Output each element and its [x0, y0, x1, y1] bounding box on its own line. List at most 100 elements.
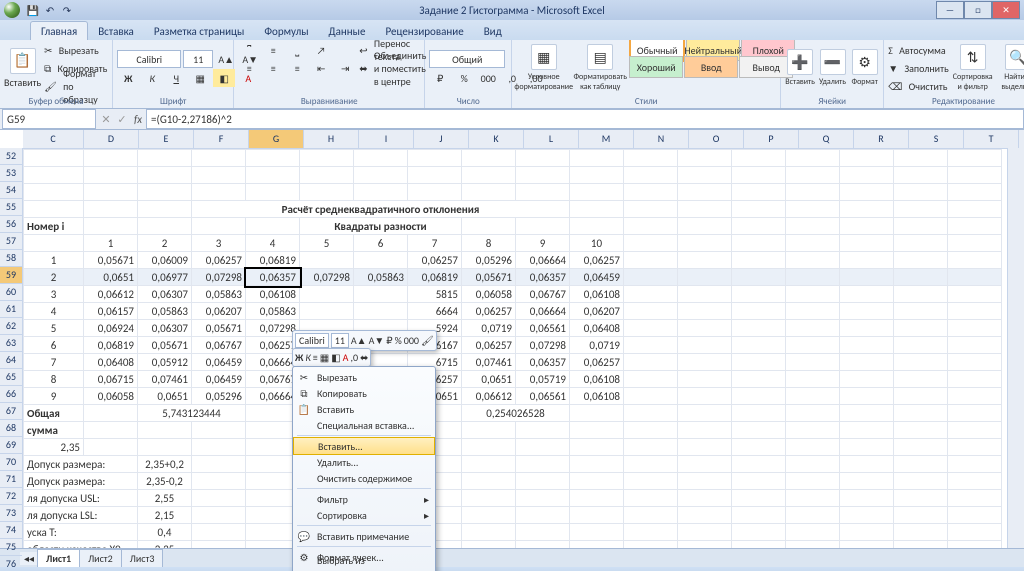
cell[interactable]	[462, 507, 516, 524]
cell[interactable]: 0,0651	[138, 388, 192, 405]
align-center-icon[interactable]: ≡	[262, 59, 284, 77]
cell[interactable]	[894, 388, 948, 405]
row-header[interactable]: 70	[0, 454, 22, 471]
cell[interactable]: 0,0651	[84, 269, 138, 286]
row-header[interactable]: 60	[0, 284, 22, 301]
cell[interactable]	[948, 337, 1002, 354]
cell[interactable]	[570, 524, 624, 541]
cell[interactable]	[786, 354, 840, 371]
cell[interactable]: 0,06561	[516, 320, 570, 337]
cell[interactable]	[84, 167, 138, 184]
cell[interactable]	[786, 337, 840, 354]
cell[interactable]	[786, 405, 840, 422]
cell[interactable]	[840, 150, 894, 167]
cell[interactable]	[732, 541, 786, 549]
cell[interactable]	[786, 507, 840, 524]
sort-filter-button[interactable]: ⇅Сортировка и фильтр	[952, 42, 994, 94]
cell[interactable]: 0,06408	[570, 320, 624, 337]
cell[interactable]	[624, 439, 678, 456]
cell[interactable]	[678, 473, 732, 490]
row-header[interactable]: 62	[0, 318, 22, 335]
cell[interactable]: области качества X0:	[24, 541, 138, 549]
cell[interactable]	[462, 524, 516, 541]
cell[interactable]	[948, 388, 1002, 405]
cell[interactable]	[678, 184, 732, 201]
cell[interactable]: 0,05863	[246, 303, 300, 320]
cell[interactable]: 5	[24, 320, 84, 337]
cell[interactable]	[786, 269, 840, 286]
cell[interactable]	[786, 388, 840, 405]
number-format-combo[interactable]: Общий	[429, 50, 505, 68]
row-header[interactable]: 54	[0, 182, 22, 199]
font-size-combo[interactable]: 11	[183, 50, 213, 68]
cell[interactable]	[894, 507, 948, 524]
cell[interactable]	[786, 320, 840, 337]
tab-home[interactable]: Главная	[30, 21, 88, 40]
cell[interactable]	[624, 456, 678, 473]
cell[interactable]	[786, 218, 840, 235]
cell[interactable]	[570, 541, 624, 549]
tab-formulas[interactable]: Формулы	[254, 22, 318, 40]
cell[interactable]: 0,06977	[138, 269, 192, 286]
cell[interactable]	[786, 286, 840, 303]
cell[interactable]: 0,06664	[516, 252, 570, 269]
cell[interactable]	[24, 167, 84, 184]
cell[interactable]	[300, 167, 354, 184]
row-header[interactable]: 55	[0, 199, 22, 216]
ctx-delete[interactable]: Удалить...	[293, 454, 435, 470]
cell[interactable]	[732, 524, 786, 541]
cell[interactable]: 0,0651	[462, 371, 516, 388]
cell[interactable]	[786, 541, 840, 549]
cell[interactable]	[300, 286, 354, 303]
tab-data[interactable]: Данные	[319, 22, 376, 40]
format-as-table-button[interactable]: ▤ Форматировать как таблицу	[574, 42, 626, 94]
cell[interactable]	[24, 184, 84, 201]
cell[interactable]: 0,06058	[84, 388, 138, 405]
cell[interactable]	[894, 320, 948, 337]
cell[interactable]	[192, 184, 246, 201]
cell[interactable]	[624, 337, 678, 354]
mini-comma-icon[interactable]: 000	[404, 334, 419, 347]
cell[interactable]	[948, 218, 1002, 235]
cell[interactable]	[894, 490, 948, 507]
cell[interactable]	[678, 167, 732, 184]
cell[interactable]	[840, 201, 894, 218]
cell[interactable]: 5	[300, 235, 354, 252]
cell[interactable]	[24, 150, 84, 167]
cell[interactable]: 0,06819	[84, 337, 138, 354]
cell[interactable]	[840, 286, 894, 303]
fill-button[interactable]: ▼ Заполнить	[888, 60, 948, 76]
cell[interactable]	[624, 320, 678, 337]
cell[interactable]: 0,06664	[516, 303, 570, 320]
cell[interactable]	[192, 507, 246, 524]
cell[interactable]: 10	[570, 235, 624, 252]
cell[interactable]: 2	[138, 235, 192, 252]
cell[interactable]	[894, 524, 948, 541]
cell[interactable]	[732, 320, 786, 337]
cell[interactable]	[516, 490, 570, 507]
cell[interactable]	[786, 150, 840, 167]
clear-button[interactable]: ⌫ Очистить	[888, 78, 948, 94]
mini-grow-icon[interactable]: A▲	[351, 334, 367, 347]
col-header[interactable]: D	[84, 130, 139, 148]
row-header[interactable]: 58	[0, 250, 22, 267]
style-good[interactable]: Хороший	[629, 56, 683, 78]
style-input[interactable]: Ввод	[684, 56, 738, 78]
cell[interactable]	[732, 150, 786, 167]
cell[interactable]	[624, 422, 678, 439]
cell[interactable]: 0,06257	[462, 337, 516, 354]
cell[interactable]	[894, 303, 948, 320]
sheet-tab-1[interactable]: Лист1	[37, 549, 80, 567]
cell[interactable]	[894, 541, 948, 549]
cell[interactable]	[462, 541, 516, 549]
cell[interactable]: 0,06819	[408, 269, 462, 286]
cell[interactable]	[300, 184, 354, 201]
cell[interactable]	[732, 422, 786, 439]
cell[interactable]: ля допуска LSL:	[24, 507, 138, 524]
cell[interactable]	[840, 507, 894, 524]
cell[interactable]	[678, 320, 732, 337]
cell[interactable]	[894, 456, 948, 473]
mini-percent-icon[interactable]: %	[395, 334, 402, 347]
cell[interactable]: 0,05671	[462, 269, 516, 286]
cell[interactable]	[462, 456, 516, 473]
